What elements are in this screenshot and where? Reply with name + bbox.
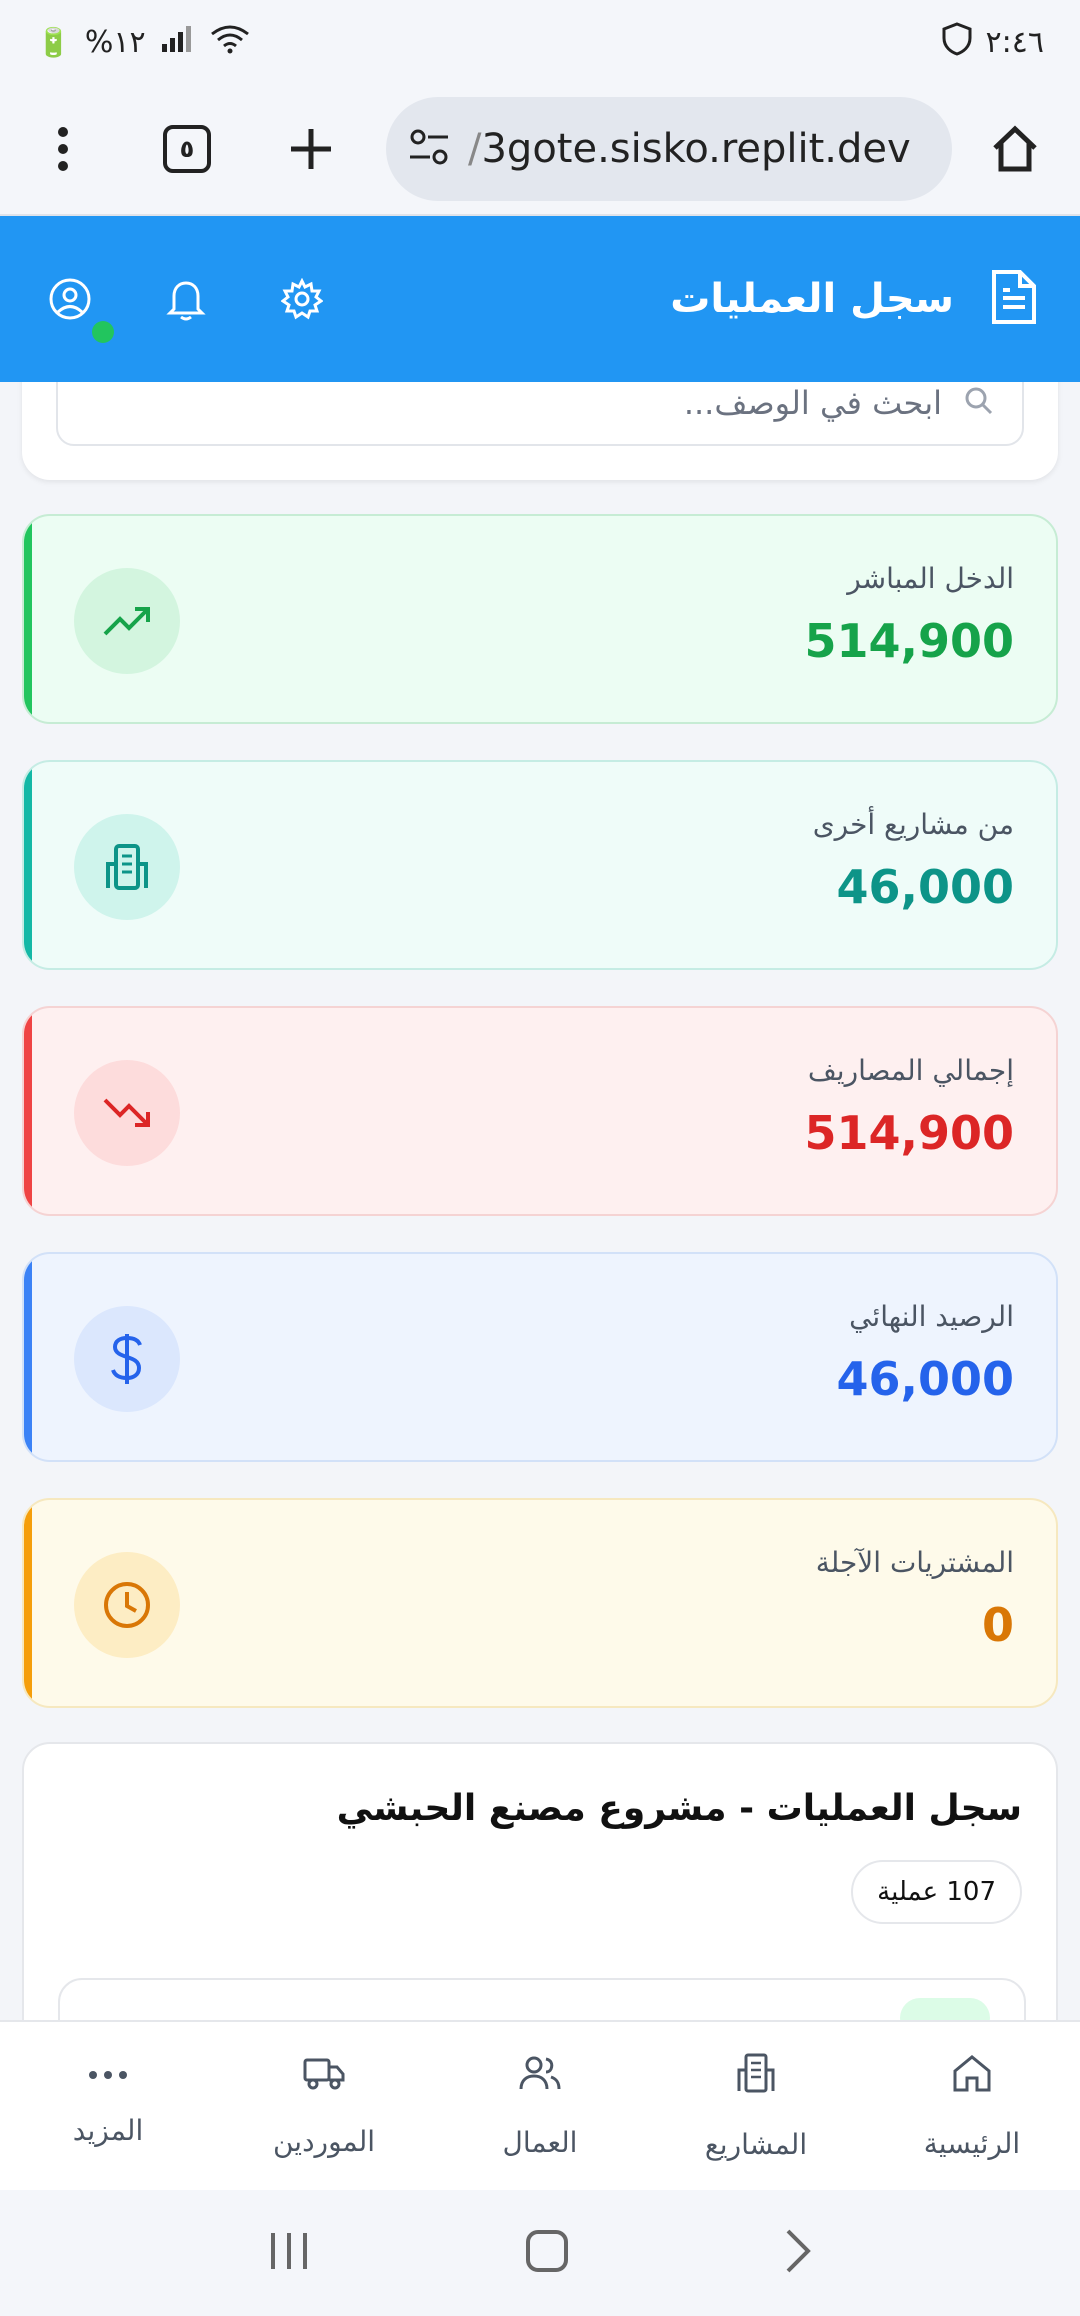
more-dots-icon xyxy=(88,2065,128,2084)
status-bar: 🔋 %١٢ ٢:٤٦ xyxy=(0,0,1080,84)
stat-label: الرصيد النهائي xyxy=(849,1300,1014,1333)
nav-workers[interactable]: العمال xyxy=(432,2021,648,2191)
accent-bar xyxy=(24,1254,32,1460)
building-icon xyxy=(74,814,180,920)
signal-icon xyxy=(160,24,196,61)
nav-label: المزيد xyxy=(72,2114,144,2147)
new-tab-icon[interactable] xyxy=(276,114,346,184)
trending-up-icon xyxy=(74,568,180,674)
nav-home[interactable]: الرئيسية xyxy=(864,2021,1080,2191)
truck-icon xyxy=(302,2055,346,2095)
stat-label: من مشاريع أخرى xyxy=(812,808,1014,841)
home-icon[interactable] xyxy=(980,114,1050,184)
back-icon[interactable] xyxy=(783,2228,813,2278)
tabs-button[interactable]: ٥ xyxy=(152,114,222,184)
stat-value: 0 xyxy=(981,1598,1014,1652)
stat-value: 514,900 xyxy=(804,614,1014,668)
trending-down-icon xyxy=(74,1060,180,1166)
accent-bar xyxy=(24,516,32,722)
nav-label: العمال xyxy=(502,2125,578,2159)
search-placeholder: ابحث في الوصف... xyxy=(683,384,942,422)
home-button-icon[interactable] xyxy=(525,2229,569,2277)
profile-icon[interactable] xyxy=(42,271,114,343)
app-header: سجل العمليات xyxy=(0,216,1080,382)
tabs-count: ٥ xyxy=(163,125,211,173)
stat-card-final-balance: الرصيد النهائي 46,000 xyxy=(22,1252,1058,1462)
home-icon xyxy=(951,2053,993,2097)
clock-icon xyxy=(74,1552,180,1658)
operations-count-badge: 107 عملية xyxy=(851,1860,1022,1924)
site-settings-icon[interactable] xyxy=(408,129,450,169)
accent-bar xyxy=(24,1008,32,1214)
url-text: /3gote.sisko.replit.dev xyxy=(468,126,911,172)
stat-value: 514,900 xyxy=(804,1106,1014,1160)
status-left: 🔋 %١٢ xyxy=(36,24,250,61)
shield-icon xyxy=(942,21,972,63)
url-bar[interactable]: /3gote.sisko.replit.dev xyxy=(386,97,952,201)
online-status-dot xyxy=(92,321,114,343)
users-icon xyxy=(518,2054,562,2096)
stat-card-direct-income: الدخل المباشر 514,900 xyxy=(22,514,1058,724)
stat-value: 46,000 xyxy=(836,1352,1014,1406)
stat-card-total-expenses: إجمالي المصاريف 514,900 xyxy=(22,1006,1058,1216)
document-icon xyxy=(990,268,1038,330)
search-icon xyxy=(964,386,994,420)
bottom-nav: المزيد الموردين العمال المشاريع الرئيسية xyxy=(0,2020,1080,2190)
header-title-wrap: سجل العمليات xyxy=(670,268,1038,330)
nav-suppliers[interactable]: الموردين xyxy=(216,2021,432,2191)
stat-value: 46,000 xyxy=(836,860,1014,914)
accent-bar xyxy=(24,1500,32,1706)
nav-label: الرئيسية xyxy=(923,2126,1021,2160)
nav-more[interactable]: المزيد xyxy=(0,2021,216,2191)
recent-apps-icon[interactable] xyxy=(267,2231,311,2275)
stat-label: إجمالي المصاريف xyxy=(807,1054,1014,1087)
log-title: سجل العمليات - مشروع مصنع الحبشي xyxy=(336,1788,1022,1829)
system-nav-bar xyxy=(0,2190,1080,2316)
stat-card-deferred-purchases: المشتريات الآجلة 0 xyxy=(22,1498,1058,1708)
battery-level: %١٢ xyxy=(84,24,146,60)
stat-card-other-projects: من مشاريع أخرى 46,000 xyxy=(22,760,1058,970)
stat-label: الدخل المباشر xyxy=(847,562,1014,595)
dollar-icon xyxy=(74,1306,180,1412)
status-right: ٢:٤٦ xyxy=(942,21,1044,63)
nav-label: الموردين xyxy=(272,2124,376,2158)
building-icon xyxy=(736,2052,776,2098)
battery-icon: 🔋 xyxy=(36,25,71,59)
browser-menu-icon[interactable] xyxy=(28,114,98,184)
browser-toolbar: ٥ /3gote.sisko.replit.dev xyxy=(0,84,1080,216)
nav-projects[interactable]: المشاريع xyxy=(648,2021,864,2191)
stat-label: المشتريات الآجلة xyxy=(815,1546,1014,1579)
nav-label: المشاريع xyxy=(704,2127,808,2161)
gear-icon[interactable] xyxy=(274,271,330,327)
header-actions xyxy=(42,271,330,343)
page-title: سجل العمليات xyxy=(670,276,954,322)
accent-bar xyxy=(24,762,32,968)
status-time: ٢:٤٦ xyxy=(985,24,1044,60)
wifi-icon xyxy=(210,24,250,61)
bell-icon[interactable] xyxy=(158,271,214,327)
